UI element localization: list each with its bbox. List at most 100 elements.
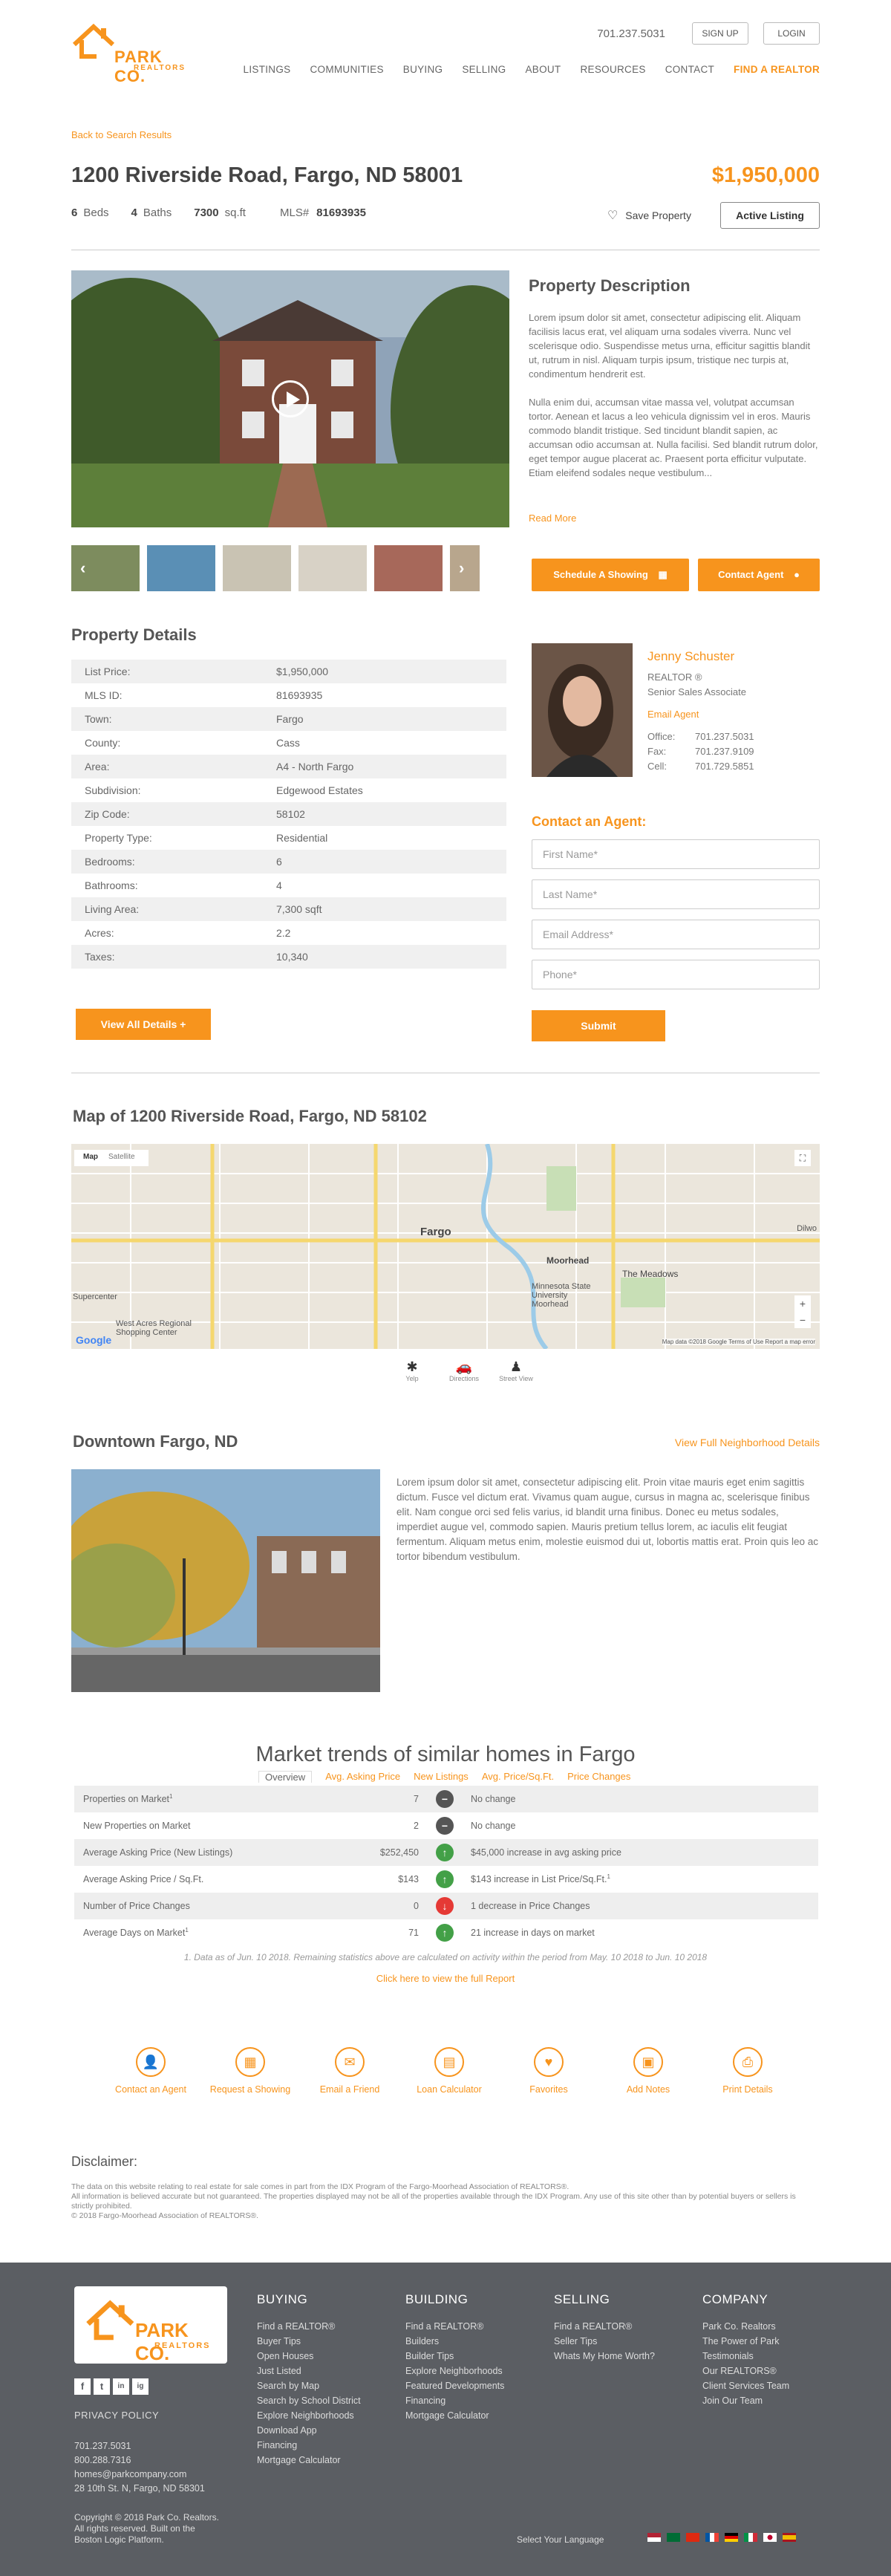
footer-link[interactable]: Find a REALTOR® [257,2319,361,2334]
footer-phone[interactable]: 800.288.7316 [74,2453,205,2468]
footer-phone[interactable]: 701.237.5031 [74,2439,205,2453]
footer-link[interactable]: Our REALTORS® [702,2364,789,2378]
nav-find-realtor[interactable]: FIND A REALTOR [734,64,820,75]
yelp-button[interactable]: ✱ Yelp [386,1359,438,1382]
footer-link[interactable]: Mortgage Calculator [405,2408,504,2423]
street-view-button[interactable]: ♟ Street View [490,1359,542,1382]
tab-overview[interactable]: Overview [258,1771,313,1783]
satellite-view-button[interactable]: Satellite [108,1153,135,1161]
tab-avg-price-sqft[interactable]: Avg. Price/Sq.Ft. [482,1771,554,1783]
privacy-policy-link[interactable]: PRIVACY POLICY [74,2410,159,2421]
footer-link[interactable]: Download App [257,2423,361,2438]
office-phone[interactable]: 701.237.5031 [695,731,754,742]
twitter-icon[interactable]: t [94,2378,110,2395]
action-notes-button[interactable]: ▣ Add Notes [598,2047,698,2095]
instagram-icon[interactable]: ig [132,2378,148,2395]
footer-link[interactable]: Search by Map [257,2378,361,2393]
submit-button[interactable]: Submit [532,1010,665,1041]
footer-link[interactable]: Just Listed [257,2364,361,2378]
phone-field[interactable]: Phone* [532,960,820,989]
footer-link[interactable]: Seller Tips [554,2334,655,2349]
chevron-left-icon[interactable]: ‹ [80,559,85,578]
footer-link[interactable]: Find a REALTOR® [405,2319,504,2334]
tab-avg-asking-price[interactable]: Avg. Asking Price [325,1771,400,1783]
footer-link[interactable]: Testimonials [702,2349,789,2364]
footer-link[interactable]: Builder Tips [405,2349,504,2364]
footer-link[interactable]: Mortgage Calculator [257,2453,361,2468]
hero-video[interactable] [71,270,509,527]
nav-listings[interactable]: LISTINGS [244,64,291,75]
nav-contact[interactable]: CONTACT [665,64,714,75]
footer-link[interactable]: Park Co. Realtors [702,2319,789,2334]
sign-up-button[interactable]: SIGN UP [692,22,748,45]
thumbnail[interactable] [374,545,443,591]
header-phone[interactable]: 701.237.5031 [597,27,665,40]
facebook-icon[interactable]: f [74,2378,91,2395]
agent-name[interactable]: Jenny Schuster [647,649,734,664]
action-printer-button[interactable]: ⎙ Print Details [698,2047,797,2095]
flag-es-icon[interactable] [783,2533,796,2542]
thumbnail[interactable] [298,545,367,591]
footer-link[interactable]: Explore Neighborhoods [405,2364,504,2378]
action-person-button[interactable]: 👤 Contact an Agent [101,2047,200,2095]
nav-resources[interactable]: RESOURCES [580,64,645,75]
map-footer[interactable]: Map data ©2018 Google Terms of Use Repor… [662,1339,815,1345]
flag-us-icon[interactable] [647,2533,661,2542]
footer-link[interactable]: Search by School District [257,2393,361,2408]
footer-link[interactable]: Buyer Tips [257,2334,361,2349]
footer-link[interactable]: Builders [405,2334,504,2349]
flag-fr-icon[interactable] [705,2533,719,2542]
flag-sa-icon[interactable] [667,2533,680,2542]
footer-link[interactable]: Client Services Team [702,2378,789,2393]
map-view-button[interactable]: Map [83,1153,98,1161]
flag-cn-icon[interactable] [686,2533,699,2542]
footer-link[interactable]: Whats My Home Worth? [554,2349,655,2364]
back-to-results-link[interactable]: Back to Search Results [71,129,172,140]
flag-de-icon[interactable] [725,2533,738,2542]
schedule-showing-button[interactable]: Schedule A Showing ▦ [532,559,689,591]
footer-link[interactable]: Explore Neighborhoods [257,2408,361,2423]
nav-communities[interactable]: COMMUNITIES [310,64,383,75]
read-more-link[interactable]: Read More [529,513,576,524]
nav-buying[interactable]: BUYING [403,64,443,75]
action-calendar-button[interactable]: ▦ Request a Showing [200,2047,300,2095]
map[interactable]: Map Satellite Fargo Moorhead The Meadows… [71,1144,820,1349]
action-heart-button[interactable]: ♥ Favorites [499,2047,598,2095]
action-calculator-button[interactable]: ▤ Loan Calculator [399,2047,499,2095]
flag-it-icon[interactable] [744,2533,757,2542]
tab-price-changes[interactable]: Price Changes [567,1771,630,1783]
full-report-link[interactable]: Click here to view the full Report [71,1973,820,1984]
flag-jp-icon[interactable] [763,2533,777,2542]
nav-selling[interactable]: SELLING [462,64,506,75]
thumbnail[interactable]: ‹ [71,545,140,591]
footer-link[interactable]: Featured Developments [405,2378,504,2393]
cell-phone[interactable]: 701.729.5851 [695,761,754,772]
footer-link[interactable]: Join Our Team [702,2393,789,2408]
email-field[interactable]: Email Address* [532,920,820,949]
email-agent-link[interactable]: Email Agent [647,709,699,720]
nav-about[interactable]: ABOUT [525,64,561,75]
linkedin-icon[interactable]: in [113,2378,129,2395]
directions-button[interactable]: 🚗 Directions [438,1359,490,1382]
contact-agent-button[interactable]: Contact Agent ● [698,559,820,591]
footer-link[interactable]: Financing [257,2438,361,2453]
last-name-field[interactable]: Last Name* [532,879,820,909]
play-icon[interactable] [272,380,309,417]
thumbnail[interactable]: › [450,545,480,591]
tab-new-listings[interactable]: New Listings [414,1771,469,1783]
neighborhood-details-link[interactable]: View Full Neighborhood Details [675,1437,820,1448]
zoom-control[interactable]: + − [794,1295,811,1328]
footer-link[interactable]: The Power of Park [702,2334,789,2349]
thumbnail[interactable] [147,545,215,591]
footer-logo[interactable]: PARK CO. REALTORS [74,2286,227,2364]
thumbnail[interactable] [223,545,291,591]
footer-email[interactable]: homes@parkcompany.com [74,2468,205,2482]
save-property-button[interactable]: ♡ Save Property [607,208,691,223]
footer-link[interactable]: Financing [405,2393,504,2408]
footer-link[interactable]: Open Houses [257,2349,361,2364]
fullscreen-icon[interactable]: ⛶ [794,1150,811,1166]
login-button[interactable]: LOGIN [763,22,820,45]
chevron-right-icon[interactable]: › [459,559,464,578]
view-all-details-button[interactable]: View All Details + [76,1009,211,1040]
action-email-button[interactable]: ✉ Email a Friend [300,2047,399,2095]
